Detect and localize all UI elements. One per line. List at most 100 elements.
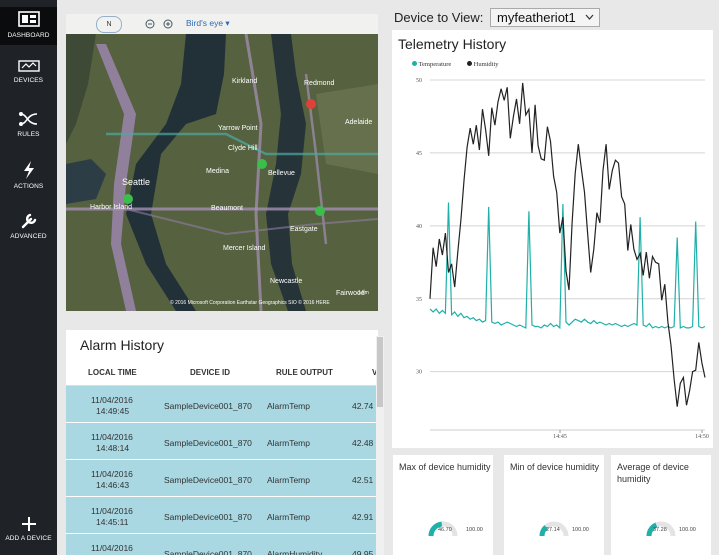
nav-devices[interactable]: DEVICES <box>0 58 57 92</box>
cell-time: 14:46:43 <box>96 480 130 490</box>
add-device-button[interactable]: ADD A DEVICE <box>0 516 57 552</box>
table-row[interactable]: 11/04/2016 14:46:43 SampleDevice001_870 Ala… <box>66 460 378 497</box>
compass-label: N <box>106 21 112 28</box>
cell-rule-output: AlarmTemp <box>267 401 310 411</box>
nav-rules-label: RULES <box>17 131 40 138</box>
average-humidity-card: Average of device humidity 37.28 100.00 <box>611 455 711 555</box>
cell-value: 42.74 <box>352 401 374 411</box>
cell-rule-output: AlarmTemp <box>267 512 310 522</box>
map-view-dropdown[interactable]: Bird's eye ▾ <box>186 18 230 29</box>
cell-value: 49.95 <box>352 549 374 555</box>
nav-dashboard[interactable]: DASHBOARD <box>0 7 57 45</box>
table-row[interactable]: 11/04/201614:44:00SampleDevice001_870Ala… <box>66 534 378 555</box>
cell-device-id: SampleDevice001_870 <box>164 549 252 555</box>
place-label: Newcastle <box>270 278 303 285</box>
alarm-scrollbar-thumb[interactable] <box>377 337 383 407</box>
y-tick-label: 50 <box>416 78 422 84</box>
compass-button[interactable]: N <box>96 16 122 33</box>
series-line-temperature <box>429 202 706 330</box>
y-tick-label: 30 <box>416 370 422 376</box>
nav-actions[interactable]: ACTIONS <box>0 160 57 194</box>
humidity-gauge <box>428 521 458 537</box>
cell-value: 42.51 <box>352 475 374 485</box>
gauge-value-label: 27.14 <box>546 527 560 533</box>
place-label: Beaumont <box>211 205 243 212</box>
column-header-device-id[interactable]: DEVICE ID <box>190 368 230 377</box>
devices-icon <box>17 60 40 72</box>
table-row[interactable]: 11/04/2016 14:45:11 SampleDevice001_870 Ala… <box>66 497 378 534</box>
table-row[interactable]: 11/04/2016 14:48:14 SampleDevice001_870 Ala… <box>66 423 378 460</box>
cell-device-id: SampleDevice001_870 <box>164 401 252 411</box>
map-place-labels: Kirkland Redmond Yarrow Point Clyde Hill… <box>66 14 378 311</box>
cell-time: 14:48:14 <box>96 443 130 453</box>
map[interactable]: Kirkland Redmond Yarrow Point Clyde Hill… <box>66 14 378 311</box>
column-header-local-time[interactable]: LOCAL TIME <box>88 368 137 377</box>
actions-icon <box>23 161 34 179</box>
chevron-down-icon <box>585 14 594 20</box>
cell-date: 11/04/2016 <box>91 432 133 442</box>
min-humidity-card: Min of device humidity 27.14 100.00 <box>504 455 604 555</box>
humidity-gauge <box>539 521 569 537</box>
series-line-humidity <box>429 82 706 407</box>
cell-rule-output: AlarmTemp <box>267 438 310 448</box>
cell-rule-output: AlarmTemp <box>267 475 310 485</box>
nav-advanced[interactable]: ADVANCED <box>0 212 57 246</box>
zoom-in-icon[interactable] <box>163 19 173 29</box>
dashboard-icon <box>17 11 40 27</box>
cell-date: 11/04/2016 <box>91 543 133 553</box>
cell-date: 11/04/2016 <box>91 395 133 405</box>
gauge-max-label: 100.00 <box>466 527 483 533</box>
place-label: Clyde Hill <box>228 145 258 152</box>
x-tick-label: 14:45 <box>553 434 567 440</box>
max-humidity-card: Max of device humidity 46.70 100.00 <box>393 455 493 555</box>
nav-devices-label: DEVICES <box>13 77 44 84</box>
telemetry-panel: Telemetry History Temperature Humidity 3… <box>392 30 713 448</box>
gauge-value-label: 37.28 <box>653 527 667 533</box>
device-to-view-label: Device to View: <box>394 10 484 25</box>
sidebar: DASHBOARD DEVICES RULES ACTIONS ADVANCED… <box>0 0 57 555</box>
place-label: Eastgate <box>290 226 318 233</box>
add-device-label: ADD A DEVICE <box>5 535 52 542</box>
map-view-label: Bird's eye <box>186 18 224 28</box>
nav-rules[interactable]: RULES <box>0 110 57 144</box>
place-label: Medina <box>206 168 229 175</box>
cell-time: 14:49:45 <box>96 406 130 416</box>
alarm-history-title: Alarm History <box>80 337 165 353</box>
x-tick-label: 14:50 <box>695 434 709 440</box>
rules-icon <box>18 112 37 126</box>
cell-device-id: SampleDevice001_870 <box>164 438 252 448</box>
y-tick-label: 45 <box>416 151 422 157</box>
gauge-max-label: 100.00 <box>572 527 589 533</box>
map-scale: 1 km <box>358 290 369 296</box>
place-label: Harbor Island <box>90 204 133 211</box>
advanced-icon <box>21 213 36 229</box>
map-attribution: © 2016 Microsoft Corporation Earthstar G… <box>170 300 330 306</box>
device-select[interactable]: myfeatheriot1 <box>490 8 600 27</box>
place-label: Yarrow Point <box>218 125 258 132</box>
cell-date: 11/04/2016 <box>91 506 133 516</box>
device-select-value: myfeatheriot1 <box>497 10 576 25</box>
place-label: Seattle <box>122 177 151 187</box>
alarm-table-header: LOCAL TIME DEVICE ID RULE OUTPUT V <box>66 360 378 386</box>
place-label: Kirkland <box>232 78 258 85</box>
nav-dashboard-label: DASHBOARD <box>7 32 50 39</box>
column-header-rule-output[interactable]: RULE OUTPUT <box>276 368 333 377</box>
gauge-max-label: 100.00 <box>679 527 696 533</box>
y-tick-label: 35 <box>416 297 422 303</box>
y-tick-label: 40 <box>416 224 422 230</box>
cell-value: 42.48 <box>352 438 374 448</box>
nav-advanced-label: ADVANCED <box>10 233 47 240</box>
cell-time: 14:45:11 <box>96 517 129 527</box>
cell-device-id: SampleDevice001_870 <box>164 512 252 522</box>
humidity-gauge <box>646 521 676 537</box>
zoom-out-icon[interactable] <box>145 19 155 29</box>
place-label: Mercer Island <box>223 245 266 252</box>
table-row[interactable]: 11/04/2016 14:49:45 SampleDevice001_870 Ala… <box>66 386 378 423</box>
cell-device-id: SampleDevice001_870 <box>164 475 252 485</box>
telemetry-chart[interactable]: 30 35 40 45 50 14:45 14:50 <box>392 30 713 448</box>
place-label: Bellevue <box>268 170 295 177</box>
place-label: Redmond <box>304 80 335 87</box>
place-label: Adelaide <box>345 119 373 126</box>
gauge-value-label: 46.70 <box>438 527 452 533</box>
alarm-history-panel: Alarm History LOCAL TIME DEVICE ID RULE … <box>66 330 378 555</box>
